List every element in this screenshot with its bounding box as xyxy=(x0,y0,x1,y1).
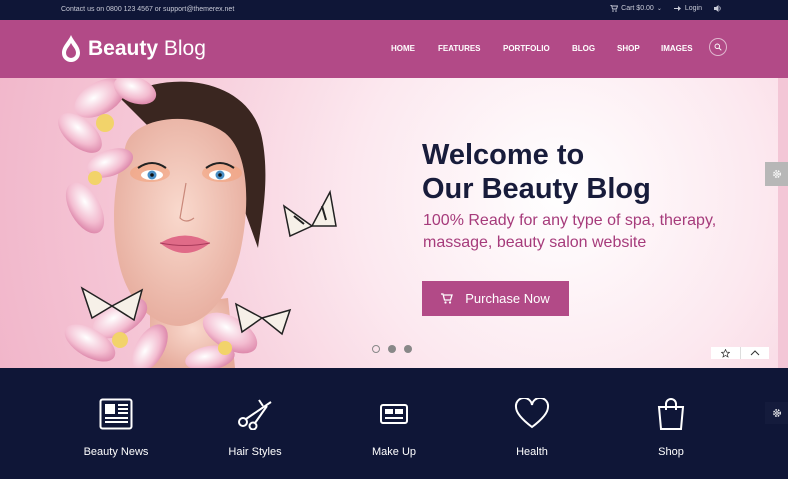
settings-toggle-secondary[interactable] xyxy=(765,402,788,424)
contact-info: Contact us on 0800 123 4567 or support@t… xyxy=(61,6,235,13)
top-bar-actions: Cart $0.00 ⌄ Login xyxy=(610,5,722,12)
hero-title-line1: Welcome to xyxy=(422,139,585,171)
feature-beauty-news[interactable]: Beauty News xyxy=(66,396,166,458)
site-header: Beauty Blog HOME FEATURES PORTFOLIO BLOG… xyxy=(0,20,788,78)
slider-dot-3[interactable] xyxy=(404,345,412,353)
features-bar: Beauty News Hair Styles Make Up Health S… xyxy=(0,368,788,479)
makeup-icon xyxy=(380,404,408,424)
gear-icon xyxy=(772,409,781,417)
hero-subtitle: 100% Ready for any type of spa, therapy,… xyxy=(423,210,753,254)
slider-dot-1[interactable] xyxy=(372,345,380,353)
star-icon xyxy=(720,348,730,358)
hero-subtitle-line1: 100% Ready for any type of spa, therapy, xyxy=(423,212,717,229)
feature-hair-styles[interactable]: Hair Styles xyxy=(205,396,305,458)
scissors-icon xyxy=(238,399,272,430)
heart-icon xyxy=(514,398,550,429)
slider-dot-2[interactable] xyxy=(388,345,396,353)
brand-name: Beauty Blog xyxy=(88,37,206,61)
scroll-top-button[interactable] xyxy=(739,347,770,359)
login-icon xyxy=(673,6,681,11)
cart-icon xyxy=(610,5,619,12)
cart-label: Cart $0.00 xyxy=(621,5,654,12)
butterfly xyxy=(282,189,337,238)
purchase-now-label: Purchase Now xyxy=(465,291,550,306)
chevron-up-icon xyxy=(750,350,760,356)
search-button[interactable] xyxy=(709,38,727,56)
nav-features[interactable]: FEATURES xyxy=(438,44,481,53)
login-link[interactable]: Login xyxy=(673,5,702,12)
feature-label: Health xyxy=(516,446,548,458)
feature-health[interactable]: Health xyxy=(482,396,582,458)
feature-label: Beauty News xyxy=(83,446,149,458)
chevron-down-icon: ⌄ xyxy=(656,6,662,12)
hero-image xyxy=(58,78,337,368)
bag-icon xyxy=(657,398,685,430)
feature-shop[interactable]: Shop xyxy=(621,396,721,458)
settings-toggle[interactable] xyxy=(765,162,788,186)
gear-icon xyxy=(772,170,781,178)
login-label: Login xyxy=(684,5,702,12)
feature-label: Hair Styles xyxy=(228,446,282,458)
hero-title: Welcome to Our Beauty Blog xyxy=(422,138,752,206)
favorite-button[interactable] xyxy=(711,347,740,359)
nav-images[interactable]: IMAGES xyxy=(661,44,693,53)
hero-slider: Welcome to Our Beauty Blog 100% Ready fo… xyxy=(0,78,778,368)
drop-logo-icon xyxy=(62,35,80,62)
feature-label: Make Up xyxy=(371,446,417,458)
slider-pagination xyxy=(372,345,412,353)
brand-bold: Beauty xyxy=(88,37,159,60)
nav-shop[interactable]: SHOP xyxy=(617,44,640,53)
hero-title-line2: Our Beauty Blog xyxy=(422,173,651,205)
nav-home[interactable]: HOME xyxy=(391,44,415,53)
cart-link[interactable]: Cart $0.00 ⌄ xyxy=(610,5,662,12)
cart-icon xyxy=(441,293,454,304)
sound-icon xyxy=(714,5,721,12)
hero-edge xyxy=(778,78,788,368)
newspaper-icon xyxy=(99,398,133,430)
search-icon xyxy=(714,43,722,51)
floating-tools xyxy=(711,347,769,359)
purchase-now-button[interactable]: Purchase Now xyxy=(422,281,569,316)
feature-label: Shop xyxy=(658,446,684,458)
sound-toggle[interactable] xyxy=(714,5,722,12)
nav-portfolio[interactable]: PORTFOLIO xyxy=(503,44,550,53)
nav-blog[interactable]: BLOG xyxy=(572,44,595,53)
hero-subtitle-line2: massage, beauty salon website xyxy=(423,234,647,251)
top-bar: Contact us on 0800 123 4567 or support@t… xyxy=(0,0,788,20)
feature-make-up[interactable]: Make Up xyxy=(344,396,444,458)
brand-light: Blog xyxy=(163,37,206,60)
site-logo[interactable]: Beauty Blog xyxy=(60,34,206,64)
